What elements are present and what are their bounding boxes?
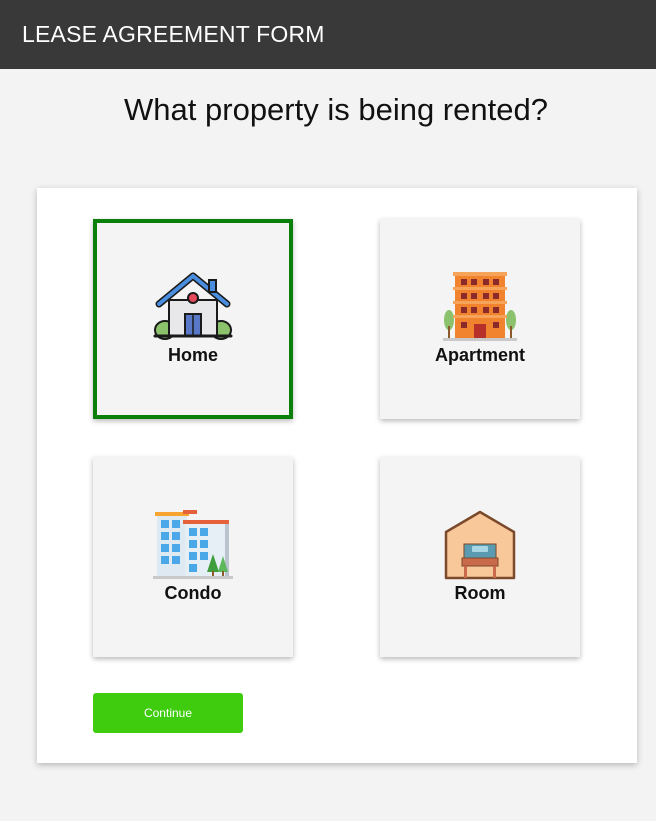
option-label: Condo xyxy=(164,583,222,603)
room-bed-icon xyxy=(440,508,520,580)
apartment-building-icon xyxy=(440,270,520,342)
options-card: Home Apartment Condo Room Continue xyxy=(37,188,637,763)
option-label: Home xyxy=(167,345,218,365)
continue-button[interactable]: Continue xyxy=(93,693,243,733)
option-label: Room xyxy=(454,583,506,603)
option-room[interactable]: Room xyxy=(380,457,580,657)
option-apartment[interactable]: Apartment xyxy=(380,219,580,419)
condo-building-icon xyxy=(153,508,233,580)
option-home[interactable]: Home xyxy=(93,219,293,419)
form-title: LEASE AGREEMENT FORM xyxy=(22,21,325,47)
option-label: Apartment xyxy=(434,345,525,365)
question-heading: What property is being rented? xyxy=(124,92,548,127)
house-icon xyxy=(153,270,233,342)
top-bar: LEASE AGREEMENT FORM xyxy=(0,0,656,69)
option-condo[interactable]: Condo xyxy=(93,457,293,657)
